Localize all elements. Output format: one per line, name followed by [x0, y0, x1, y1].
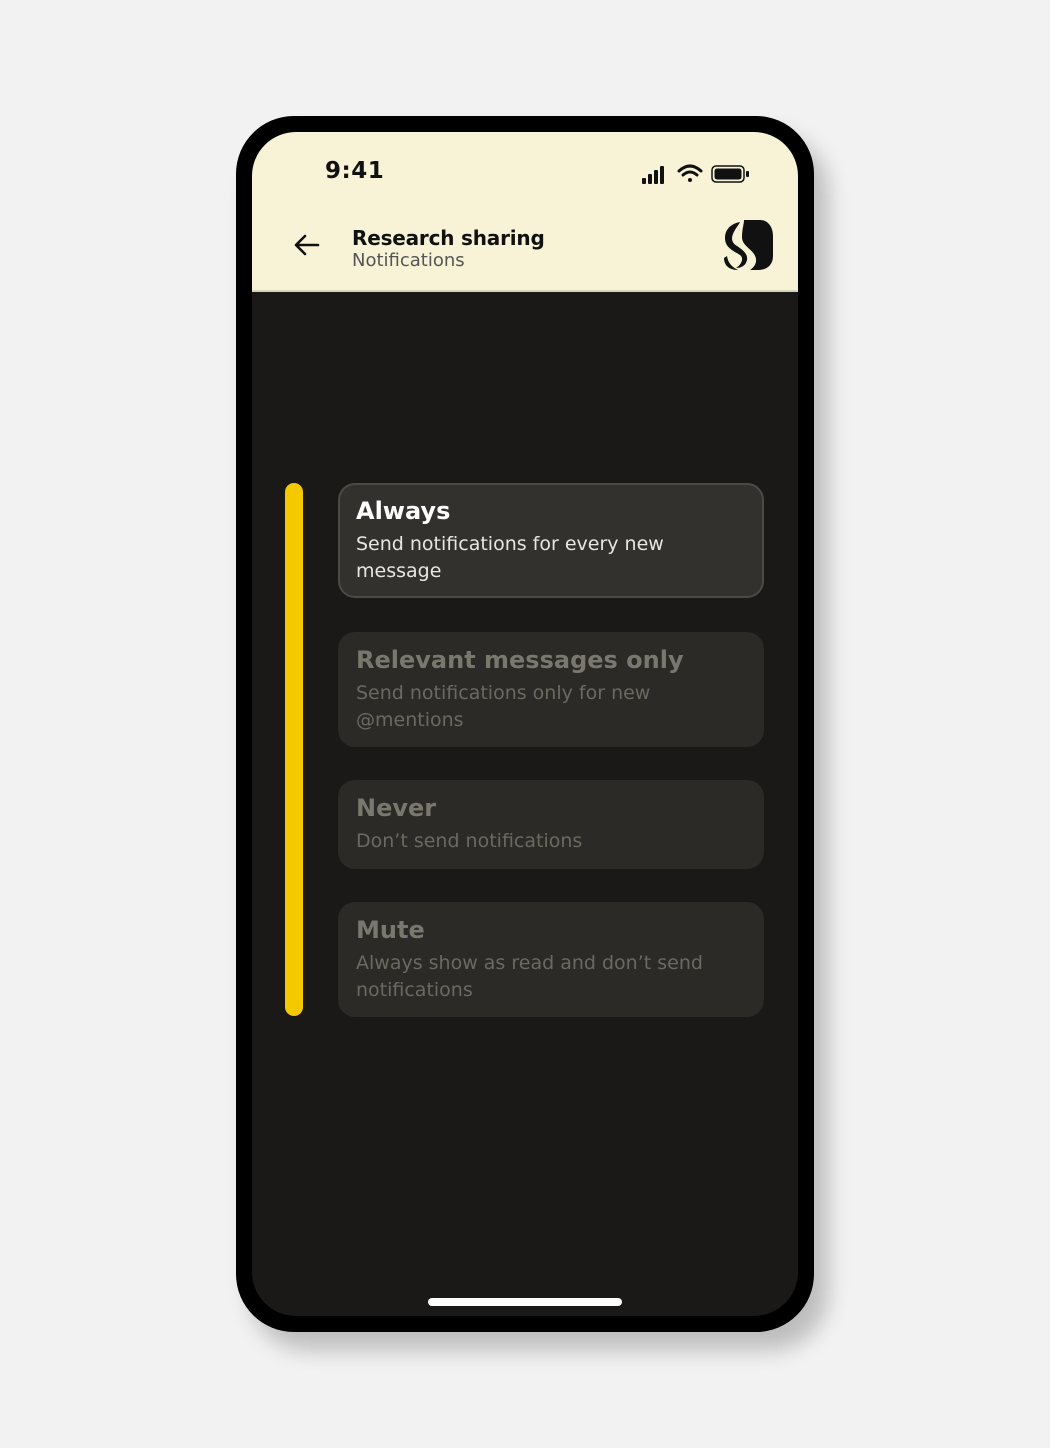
- home-indicator[interactable]: [428, 1298, 622, 1306]
- option-title: Always: [356, 497, 451, 525]
- status-icons: [642, 164, 749, 184]
- option-description: Send notifications for every new message: [356, 533, 664, 582]
- option-description: Always show as read and don’t send notif…: [356, 952, 703, 1001]
- top-bar: 9:41 Research sharing Notifications: [252, 132, 798, 292]
- option-title: Never: [356, 794, 437, 822]
- cellular-signal-icon: [642, 166, 664, 184]
- page-title: Research sharing: [352, 226, 545, 250]
- wifi-icon: [677, 164, 703, 182]
- status-time: 9:41: [325, 158, 385, 184]
- phone-frame: 9:41 Research sharing Notifications Alwa…: [236, 116, 814, 1332]
- battery-icon: [711, 165, 749, 183]
- option-title: Relevant messages only: [356, 646, 684, 674]
- option-always[interactable]: Always Send notifications for every new …: [338, 483, 764, 598]
- option-title: Mute: [356, 916, 425, 944]
- option-never[interactable]: Never Don’t send notifications: [338, 780, 764, 869]
- arrow-left-icon[interactable]: [292, 230, 322, 260]
- option-description: Don’t send notifications: [356, 830, 583, 852]
- option-description: Send notifications only for new @mention…: [356, 682, 651, 731]
- selection-indicator-bar: [285, 483, 303, 1016]
- option-mute[interactable]: Mute Always show as read and don’t send …: [338, 902, 764, 1017]
- option-relevant-messages-only[interactable]: Relevant messages only Send notification…: [338, 632, 764, 747]
- phone-screen: 9:41 Research sharing Notifications Alwa…: [252, 132, 798, 1316]
- s-logo-icon: [724, 220, 773, 270]
- page-subtitle: Notifications: [352, 250, 465, 271]
